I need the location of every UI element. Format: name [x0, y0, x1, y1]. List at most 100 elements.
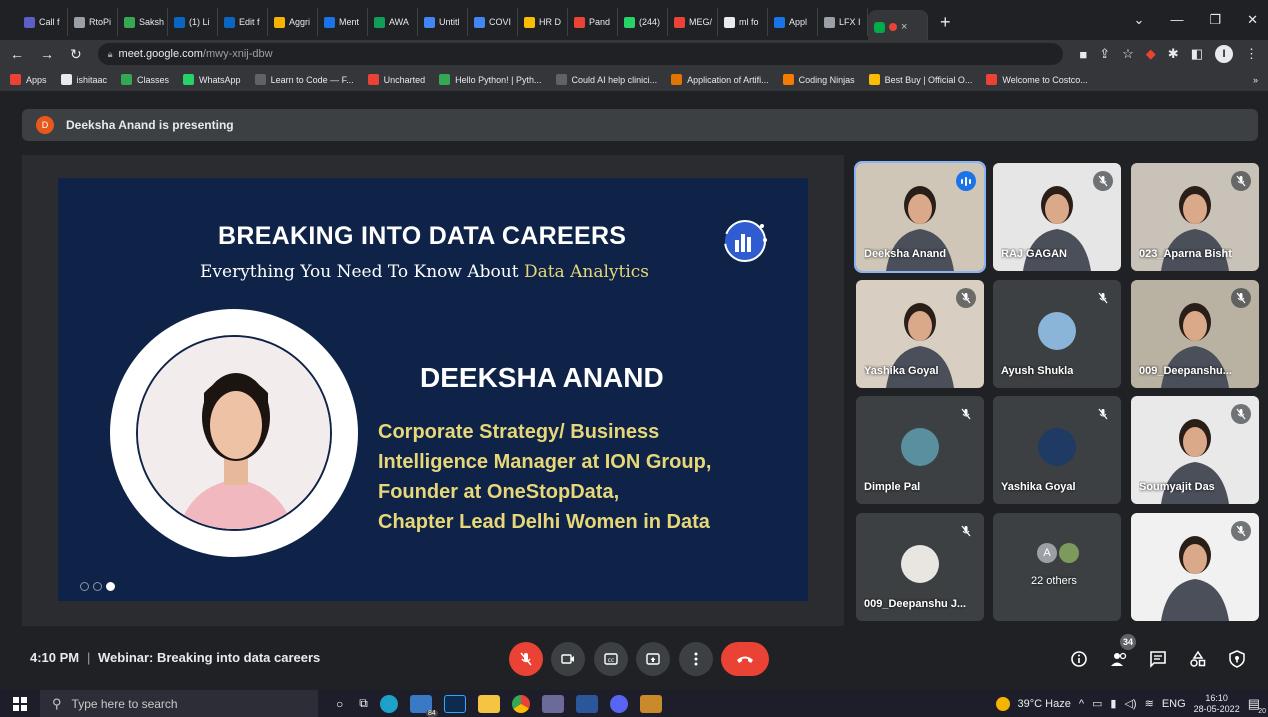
meeting-details-button[interactable]: [1068, 648, 1090, 670]
slide-dot[interactable]: [80, 582, 89, 591]
bookmark-item[interactable]: Classes: [121, 74, 169, 85]
camera-indicator-icon[interactable]: ■: [1079, 47, 1087, 62]
photoshop-icon[interactable]: [443, 694, 466, 713]
browser-tab[interactable]: HR D: [518, 8, 568, 36]
address-bar[interactable]: 🔒︎ meet.google.com/mwy-xnij-dbw: [97, 43, 1064, 65]
back-button[interactable]: ←: [10, 46, 24, 62]
tray-chevron-icon[interactable]: ^: [1079, 698, 1084, 710]
browser-tab[interactable]: RtoPi: [68, 8, 118, 36]
browser-tab[interactable]: ml fo: [718, 8, 768, 36]
participant-tile[interactable]: 009_Deepanshu...: [1131, 280, 1259, 388]
cortana-icon[interactable]: ○: [336, 697, 343, 711]
active-tab-meet[interactable]: ×: [868, 10, 928, 44]
browser-tab[interactable]: MEG/: [668, 8, 718, 36]
restore-button[interactable]: ❐: [1209, 12, 1221, 28]
browser-tab[interactable]: Ment: [318, 8, 368, 36]
task-view-icon[interactable]: ⧉: [359, 696, 368, 711]
share-icon[interactable]: ⇪: [1099, 46, 1110, 62]
participant-tile[interactable]: Dimple Pal: [856, 396, 984, 504]
tab-favicon-icon: [674, 16, 685, 28]
people-button[interactable]: [1108, 648, 1130, 670]
app-w-icon[interactable]: [639, 694, 662, 713]
notification-center-icon[interactable]: ▤ 20: [1248, 696, 1266, 715]
activities-button[interactable]: [1187, 648, 1209, 670]
participant-tile[interactable]: Soumyajit Das: [1131, 396, 1259, 504]
word-icon[interactable]: [575, 694, 598, 713]
participant-tile[interactable]: Yashika Goyal: [856, 280, 984, 388]
bookmark-item[interactable]: Best Buy | Official O...: [868, 74, 972, 85]
forward-button[interactable]: →: [40, 46, 54, 62]
battery-icon[interactable]: ▮: [1110, 697, 1116, 710]
browser-tab[interactable]: Saksh: [118, 8, 168, 36]
network-icon[interactable]: ▭: [1092, 697, 1102, 710]
bookmark-item[interactable]: Coding Ninjas: [782, 74, 855, 85]
minimize-button[interactable]: —: [1170, 12, 1183, 28]
browser-tab[interactable]: (244): [618, 8, 668, 36]
participant-tile[interactable]: Ayush Shukla: [993, 280, 1121, 388]
participant-tile[interactable]: [1131, 513, 1259, 621]
edge-icon[interactable]: [379, 694, 398, 713]
participant-tile[interactable]: A 22 others: [993, 513, 1121, 621]
start-button[interactable]: [0, 696, 40, 711]
extensions-puzzle-icon[interactable]: ✱: [1168, 46, 1179, 62]
browser-tab[interactable]: COVI: [468, 8, 518, 36]
participant-tile[interactable]: 009_Deepanshu J...: [856, 513, 984, 621]
chat-button[interactable]: [1147, 648, 1169, 670]
bookmark-item[interactable]: Hello Python! | Pyth...: [439, 74, 542, 85]
bookmark-item[interactable]: Application of Artifi...: [671, 74, 769, 85]
clock[interactable]: 16:10 28-05-2022: [1194, 693, 1240, 715]
participant-tile[interactable]: 023_Aparna Bisht: [1131, 163, 1259, 271]
browser-tab[interactable]: Aggri: [268, 8, 318, 36]
slide-dot[interactable]: [93, 582, 102, 591]
browser-tab[interactable]: Appl: [768, 8, 818, 36]
bookmark-star-icon[interactable]: ☆: [1122, 46, 1134, 62]
discord-icon[interactable]: [609, 694, 628, 713]
menu-kebab-icon[interactable]: ⋮: [1245, 46, 1258, 62]
bookmark-item[interactable]: Uncharted: [367, 74, 426, 85]
side-panel-icon[interactable]: ◧: [1191, 46, 1203, 62]
captions-button[interactable]: cc: [594, 642, 628, 676]
slide-dot-active[interactable]: [106, 582, 115, 591]
extension-icon[interactable]: ◆: [1146, 46, 1156, 62]
browser-tab[interactable]: Call f: [18, 8, 68, 36]
close-tab-icon[interactable]: ×: [901, 21, 907, 33]
bookmark-item[interactable]: Could AI help clinici...: [555, 74, 657, 85]
new-tab-button[interactable]: +: [940, 12, 951, 33]
bookmark-label: Uncharted: [383, 74, 426, 85]
bookmark-item[interactable]: Learn to Code — F...: [254, 74, 354, 85]
host-controls-button[interactable]: [1226, 648, 1248, 670]
leave-call-button[interactable]: [721, 642, 769, 676]
participant-name: 22 others: [1031, 575, 1077, 587]
chrome-icon[interactable]: [511, 694, 530, 713]
bookmark-item[interactable]: Welcome to Costco...: [986, 74, 1088, 85]
participant-tile[interactable]: RAJ GAGAN: [993, 163, 1121, 271]
language-indicator[interactable]: ENG: [1162, 698, 1186, 710]
file-explorer-icon[interactable]: [477, 694, 500, 713]
reload-button[interactable]: ↻: [70, 46, 82, 63]
participant-tile[interactable]: Yashika Goyal: [993, 396, 1121, 504]
bookmark-item[interactable]: Apps: [10, 74, 47, 85]
microphone-toggle-button[interactable]: [509, 642, 543, 676]
browser-tab[interactable]: LFX I: [818, 8, 868, 36]
taskbar-search-box[interactable]: ⚲ Type here to search: [40, 690, 318, 717]
store-icon[interactable]: 84: [409, 694, 438, 717]
volume-icon[interactable]: ◁): [1124, 697, 1136, 710]
close-window-button[interactable]: ✕: [1247, 12, 1258, 28]
browser-tab[interactable]: Edit f: [218, 8, 268, 36]
camera-toggle-button[interactable]: [551, 642, 585, 676]
more-options-button[interactable]: [679, 642, 713, 676]
wifi-icon[interactable]: ≋: [1145, 697, 1154, 710]
participant-tile[interactable]: Deeksha Anand: [854, 161, 986, 273]
present-now-button[interactable]: [636, 642, 670, 676]
weather-text[interactable]: 39°C Haze: [1018, 698, 1071, 710]
bookmarks-overflow-button[interactable]: »: [1253, 75, 1258, 85]
calculator-app-icon[interactable]: [541, 694, 564, 713]
profile-avatar[interactable]: I: [1215, 45, 1233, 63]
browser-tab[interactable]: (1) Li: [168, 8, 218, 36]
browser-tab[interactable]: AWA: [368, 8, 418, 36]
browser-tab[interactable]: Untitl: [418, 8, 468, 36]
browser-tab[interactable]: Pand: [568, 8, 618, 36]
bookmark-item[interactable]: WhatsApp: [183, 74, 241, 85]
tab-search-icon[interactable]: ⌄: [1134, 12, 1145, 28]
bookmark-item[interactable]: ishitaac: [60, 74, 107, 85]
